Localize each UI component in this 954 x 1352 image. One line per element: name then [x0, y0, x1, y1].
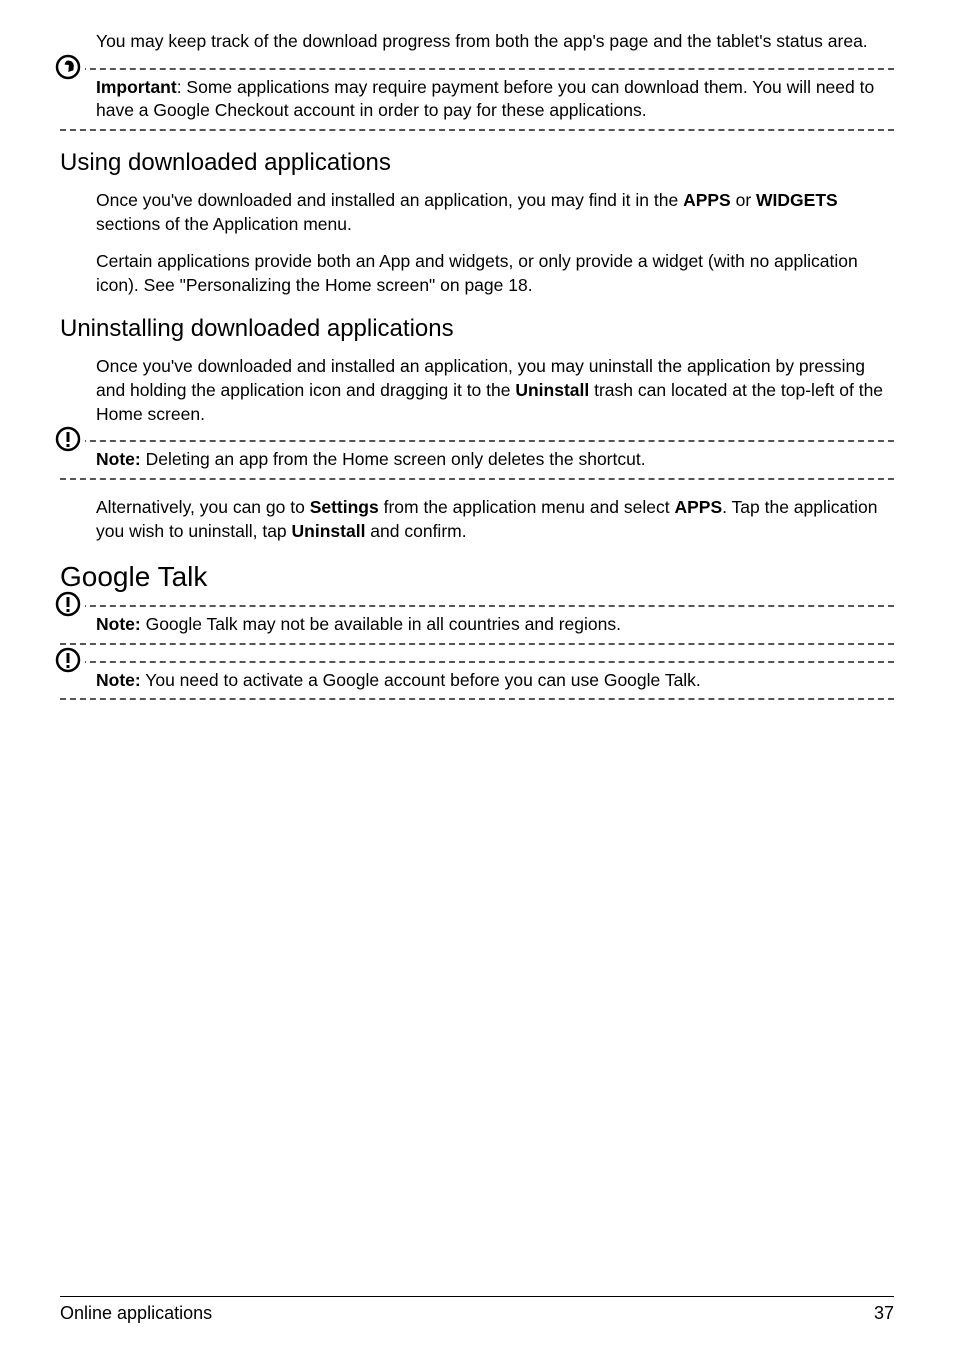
- uninstall-p2: Alternatively, you can go to Settings fr…: [96, 496, 894, 543]
- dash-divider: [60, 661, 894, 663]
- dash-divider: [60, 698, 894, 700]
- note-delete-callout: Note: Deleting an app from the Home scre…: [60, 440, 894, 480]
- note-body: Deleting an app from the Home screen onl…: [141, 449, 646, 469]
- heading-uninstall: Uninstalling downloaded applications: [60, 315, 894, 343]
- page-number: 37: [874, 1303, 894, 1324]
- info-icon: [55, 591, 85, 617]
- important-body: : Some applications may require payment …: [96, 77, 874, 121]
- footer-divider: [60, 1296, 894, 1297]
- uninstall-p1: Once you've downloaded and installed an …: [96, 355, 894, 426]
- info-icon: [55, 426, 85, 452]
- note-label: Note:: [96, 449, 141, 469]
- note-body: Google Talk may not be available in all …: [141, 614, 621, 634]
- important-label: Important: [96, 77, 177, 97]
- important-callout: Important: Some applications may require…: [60, 68, 894, 131]
- note-gtalk1-text: Note: Google Talk may not be available i…: [96, 613, 894, 637]
- note-body: You need to activate a Google account be…: [141, 670, 701, 690]
- footer-section-title: Online applications: [60, 1303, 212, 1324]
- dash-divider: [60, 643, 894, 645]
- dash-divider: [60, 478, 894, 480]
- note-gtalk1-callout: Note: Google Talk may not be available i…: [60, 605, 894, 645]
- using-apps-p2: Certain applications provide both an App…: [96, 250, 894, 297]
- dash-divider: [60, 129, 894, 131]
- note-label: Note:: [96, 614, 141, 634]
- using-apps-p1: Once you've downloaded and installed an …: [96, 189, 894, 236]
- note-delete-text: Note: Deleting an app from the Home scre…: [96, 448, 894, 472]
- dash-divider: [60, 605, 894, 607]
- important-text: Important: Some applications may require…: [96, 76, 894, 123]
- note-label: Note:: [96, 670, 141, 690]
- note-gtalk2-callout: Note: You need to activate a Google acco…: [60, 661, 894, 701]
- dash-divider: [60, 68, 894, 70]
- heading-using-apps: Using downloaded applications: [60, 149, 894, 177]
- page-footer: Online applications 37: [60, 1288, 894, 1324]
- dash-divider: [60, 440, 894, 442]
- info-icon: [55, 647, 85, 673]
- pin-icon: [55, 54, 85, 80]
- heading-google-talk: Google Talk: [60, 561, 894, 593]
- intro-paragraph: You may keep track of the download progr…: [96, 30, 894, 54]
- note-gtalk2-text: Note: You need to activate a Google acco…: [96, 669, 894, 693]
